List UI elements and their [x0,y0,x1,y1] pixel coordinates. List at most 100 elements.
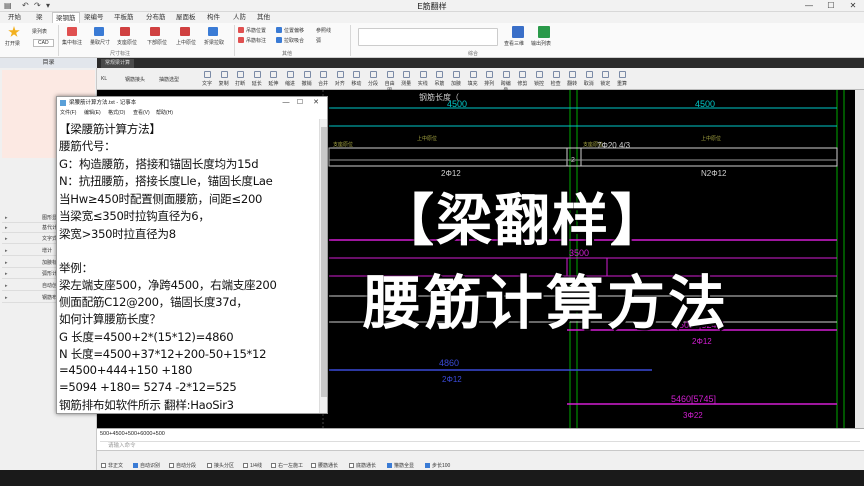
tab-beam-number[interactable]: 梁编号 [84,12,104,23]
type-dropdown[interactable]: 抽筋选型 [159,76,179,83]
beam-list-button[interactable]: 梁列表 [32,28,47,35]
notepad-minimize-icon[interactable]: — [279,97,293,109]
cad-tool-button[interactable]: 吊筋 [432,80,446,87]
status-label: 自动识别 [140,463,161,469]
tab-civil-defense[interactable]: 人防 [233,12,246,23]
checkbox-icon [349,463,354,469]
view-3d-button[interactable]: 查看三维 [504,40,524,47]
tab-slab-rebar[interactable]: 平板筋 [114,12,134,23]
tab-roof-slab[interactable]: 屋面板 [176,12,196,23]
tab-beam[interactable]: 梁 [36,12,43,23]
arc-button[interactable]: 弧 [316,37,321,44]
menu-format[interactable]: 格式(O) [108,109,125,118]
panel-item-label: 图形显 [42,215,58,221]
cad-tool-button[interactable]: 排列 [482,80,496,87]
notepad-maximize-icon[interactable]: ☐ [293,97,307,109]
cad-tool-button[interactable]: 修剪 [515,80,529,87]
menu-help[interactable]: 帮助(H) [156,109,173,118]
vertical-scrollbar[interactable] [855,90,864,428]
status-toggle[interactable]: 接头分区 [207,462,234,469]
cad-tool-icon [320,71,328,78]
tab-normal-beam-calc[interactable]: 常规梁计算 [101,59,135,68]
status-toggle[interactable]: 自动识别 [133,462,160,469]
maximize-icon[interactable]: ☐ [820,0,842,12]
cad-tool-button[interactable]: 移动 [349,80,363,87]
status-toggle[interactable]: 步长100 [425,462,450,469]
cad-tool-button[interactable]: 填充 [466,80,480,87]
upper-in-situ-button[interactable]: 上中原位 [176,39,196,46]
offset-button[interactable]: 位置偏移 [284,27,304,34]
support-in-situ-button[interactable]: 支座原位 [117,39,137,46]
notepad-text-area[interactable]: 【梁腰筋计算方法】 腰筋代号： G：构造腰筋，搭接和锚固长度均为15d N：抗扭… [59,119,318,413]
reference-line-button[interactable]: 参照线 [316,27,331,34]
snap-button[interactable]: 拉取吸合 [284,37,304,44]
cad-tool-button[interactable]: 实线 [416,80,430,87]
minimize-icon[interactable]: — [798,0,820,12]
close-icon[interactable]: ✕ [842,0,864,12]
tab-beam-rebar[interactable]: 梁钢筋 [52,12,80,23]
lower-in-situ-button[interactable]: 下部原位 [147,39,167,46]
cad-tool-button[interactable]: 打断 [233,80,247,87]
status-toggle[interactable]: 右一左施工 [271,462,303,469]
cad-tool-button[interactable]: 检查 [549,80,563,87]
view-3d-icon [512,26,524,38]
cad-dropdown[interactable]: CAD [33,39,54,47]
tab-distribution[interactable]: 分布筋 [146,12,166,23]
open-beam-button[interactable]: 打开梁 [5,40,20,47]
scrollbar-thumb[interactable] [321,127,327,397]
concentrated-label-button[interactable]: 集中标注 [62,39,82,46]
text-line: 梁宽>350时拉直径为8 [59,227,176,241]
hanger-label-button[interactable]: 吊筋标注 [246,37,266,44]
status-toggle[interactable]: 非正文 [101,462,123,469]
cad-tool-icon [519,71,527,78]
cad-tool-button[interactable]: 取消 [582,80,596,87]
hanger-position-button[interactable]: 吊筋位置 [246,27,266,34]
status-toggle[interactable]: 箍筋全显 [387,462,414,469]
panel-item-label: 增计 [42,248,53,254]
joint-dropdown[interactable]: 钢筋接头 [125,76,145,83]
cad-tool-button[interactable]: 延伸 [266,80,280,87]
tab-start[interactable]: 开始 [8,12,21,23]
cad-tool-button[interactable]: 锁控 [532,80,546,87]
export-list-button[interactable]: 输出列表 [531,40,551,47]
cad-tool-button[interactable]: 翻转 [565,80,579,87]
notepad-window[interactable]: 梁腰筋计算方法.txt - 记事本 — ☐ ✕ 文件(F) 编辑(E) 格式(O… [56,96,328,414]
cad-tool-button[interactable]: 分段 [366,80,380,87]
cad-tool-button[interactable]: 撤销 [300,80,314,87]
collapse-arrow-icon: ▸ [5,283,8,289]
notepad-close-icon[interactable]: ✕ [309,97,323,109]
panel-item-label: 弧形计 [42,271,58,277]
open-beam-icon[interactable] [8,26,20,37]
layer-select[interactable]: KL [101,76,107,82]
measure-size-button[interactable]: 量取尺寸 [90,39,110,46]
command-input[interactable]: 请输入命令 [100,441,860,450]
cad-tool-button[interactable]: 锁定 [598,80,612,87]
cad-tool-button[interactable]: 文字 [200,80,214,87]
cad-tool-icon [237,71,245,78]
status-toggle[interactable]: 1/4线 [243,462,262,469]
status-toggle[interactable]: 底筋通长 [349,462,376,469]
status-toggle[interactable]: 自动分段 [169,462,196,469]
cad-tool-button[interactable]: 加腋 [449,80,463,87]
menu-view[interactable]: 查看(V) [133,109,150,118]
folded-beam-button[interactable]: 折梁拉取 [204,39,224,46]
notepad-scrollbar[interactable] [319,119,327,413]
tab-other[interactable]: 其他 [257,12,270,23]
cad-tool-button[interactable]: 缩进 [283,80,297,87]
cad-tool-button[interactable]: 合并 [316,80,330,87]
folded-beam-icon [208,27,218,36]
tab-component[interactable]: 构件 [207,12,220,23]
cad-tool-button[interactable]: 对齐 [333,80,347,87]
cad-tool-button[interactable]: 延长 [250,80,264,87]
overlay-title: 【梁翻样】 [378,189,668,254]
menu-file[interactable]: 文件(F) [60,109,76,118]
menu-edit[interactable]: 编辑(E) [84,109,101,118]
text-line: N：抗扭腰筋，搭接长度Lle，锚固长度Lae [59,174,273,188]
cad-tool-button[interactable]: 重算 [615,80,629,87]
collapse-arrow-icon: ▸ [5,260,8,266]
cad-tool-button[interactable]: 复制 [217,80,231,87]
cad-tool-button[interactable]: 测量 [399,80,413,87]
cad-tool-icon [502,71,510,78]
status-toggle[interactable]: 腰筋通长 [311,462,338,469]
floating-toolbar[interactable] [358,28,498,46]
